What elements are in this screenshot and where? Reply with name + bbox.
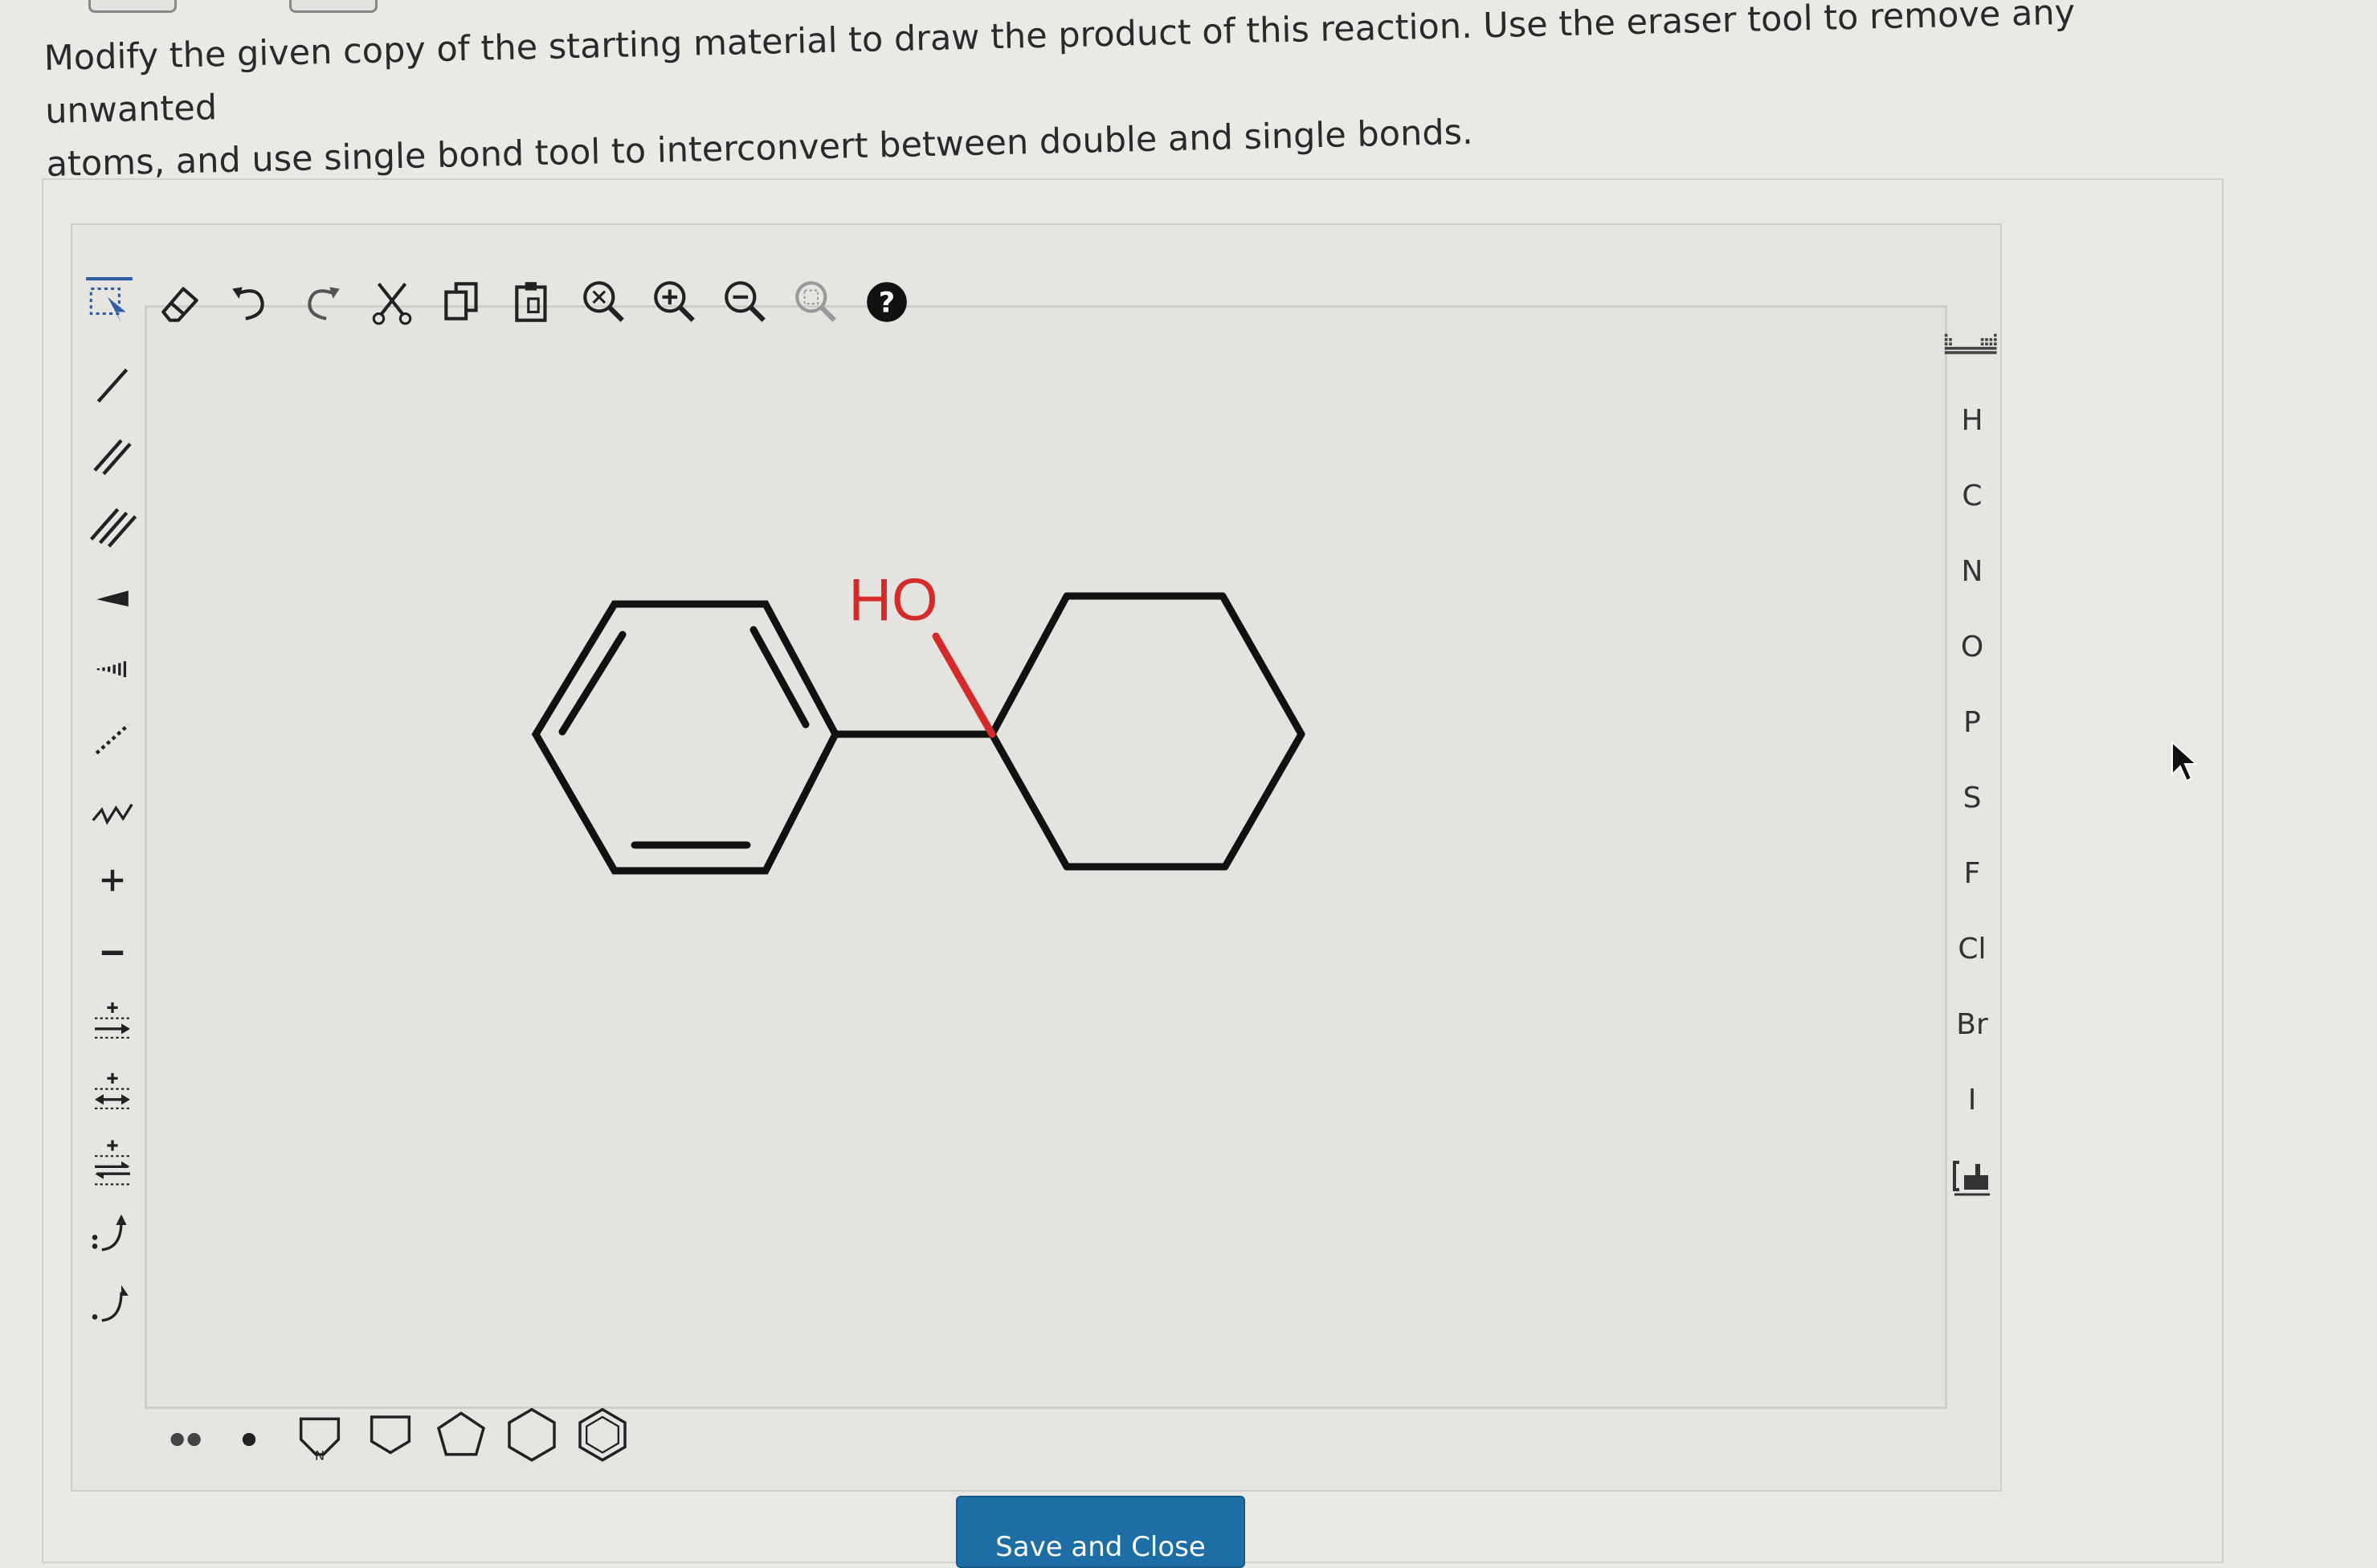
zoom-out-button[interactable] xyxy=(717,273,774,331)
element-i-button[interactable]: I xyxy=(1928,1068,2016,1132)
benzene-icon xyxy=(578,1407,627,1462)
right-toolbar: H C N O P S F Cl Br I xyxy=(1928,313,2016,1221)
periodic-table-icon xyxy=(1944,333,1997,354)
hexagon-icon xyxy=(508,1407,556,1462)
cut-button[interactable] xyxy=(363,273,421,331)
select-icon xyxy=(86,277,133,322)
cyclopentane-button[interactable] xyxy=(429,1402,493,1466)
mouse-cursor-icon xyxy=(2171,740,2199,782)
element-s-button[interactable]: S xyxy=(1928,766,2016,830)
zoom-out-icon xyxy=(725,281,766,322)
bracket-icon xyxy=(1953,1161,1990,1196)
radical-button[interactable] xyxy=(217,1402,281,1466)
curved-arrow-pair-icon xyxy=(92,1214,127,1252)
hash-bond-button[interactable] xyxy=(80,636,145,700)
element-c-button[interactable]: C xyxy=(1928,463,2016,528)
element-br-button[interactable]: Br xyxy=(1928,992,2016,1056)
redo-button[interactable] xyxy=(292,273,350,331)
lone-pair-button[interactable] xyxy=(153,1402,217,1466)
electron-pair-arrow-button[interactable] xyxy=(80,1202,145,1266)
curved-arrow-single-icon xyxy=(92,1284,129,1322)
zoom-in-icon xyxy=(654,281,695,322)
radical-icon xyxy=(242,1432,256,1447)
zoom-in-button[interactable] xyxy=(646,273,704,331)
equilibrium-arrow-button[interactable] xyxy=(80,1131,145,1195)
negative-charge-button[interactable] xyxy=(80,919,145,983)
dashed-bond-button[interactable] xyxy=(80,707,145,771)
wedge-bond-icon xyxy=(96,590,129,606)
cyclobutane-button[interactable] xyxy=(358,1402,423,1466)
reaction-arrow-button[interactable] xyxy=(80,990,145,1054)
help-icon: ? xyxy=(867,282,907,322)
chain-button[interactable] xyxy=(80,778,145,842)
copy-icon xyxy=(444,282,478,321)
element-f-button[interactable]: F xyxy=(1928,841,2016,905)
paste-button[interactable] xyxy=(504,273,562,331)
element-h-button[interactable]: H xyxy=(1928,388,2016,452)
triple-bond-button[interactable] xyxy=(80,495,145,559)
wedge-bond-button[interactable] xyxy=(80,566,145,630)
zoom-clear-icon xyxy=(583,281,624,322)
triple-bond-icon xyxy=(89,508,137,548)
element-o-button[interactable]: O xyxy=(1928,615,2016,679)
tab-stub-left[interactable] xyxy=(88,0,177,13)
tab-stub-right[interactable] xyxy=(289,0,378,13)
dashed-bond-icon xyxy=(95,723,130,755)
bracket-button[interactable] xyxy=(1928,1145,2016,1209)
plus-icon xyxy=(101,869,124,892)
redo-icon xyxy=(308,287,340,321)
cyclohexane-button[interactable] xyxy=(500,1402,564,1466)
copy-button[interactable] xyxy=(434,273,492,331)
hash-bond-icon xyxy=(96,661,127,677)
positive-charge-button[interactable] xyxy=(80,848,145,913)
save-and-close-button[interactable]: Save and Close xyxy=(956,1496,1245,1568)
chain-icon xyxy=(92,803,133,825)
element-n-button[interactable]: N xyxy=(1928,539,2016,603)
bottom-toolbar: N xyxy=(153,1402,715,1466)
drawing-canvas[interactable] xyxy=(145,305,1947,1409)
n-ring-icon: N xyxy=(299,1417,341,1462)
periodic-table-button[interactable] xyxy=(1928,313,2016,378)
eraser-icon xyxy=(161,287,198,322)
resonance-arrow-icon xyxy=(95,1072,130,1109)
double-bond-button[interactable] xyxy=(80,424,145,488)
select-tool-button[interactable] xyxy=(80,273,138,331)
instructions-text: Modify the given copy of the starting ma… xyxy=(43,0,2216,191)
zoom-fit-icon xyxy=(795,281,836,322)
reaction-arrow-icon xyxy=(95,1002,130,1039)
square-icon xyxy=(370,1415,411,1455)
element-p-button[interactable]: P xyxy=(1928,690,2016,754)
zoom-clear-button[interactable] xyxy=(575,273,633,331)
benzene-button[interactable] xyxy=(570,1402,635,1466)
double-bond-icon xyxy=(93,439,132,476)
lone-pair-icon xyxy=(170,1432,201,1447)
scissors-icon xyxy=(372,282,412,325)
single-bond-icon xyxy=(96,368,129,403)
eraser-tool-button[interactable] xyxy=(151,273,209,331)
single-electron-arrow-button[interactable] xyxy=(80,1272,145,1337)
element-cl-button[interactable]: Cl xyxy=(1928,917,2016,981)
pyrrole-ring-button[interactable]: N xyxy=(288,1402,352,1466)
left-toolbar xyxy=(80,337,145,1358)
zoom-fit-button[interactable] xyxy=(787,273,845,331)
single-bond-button[interactable] xyxy=(80,353,145,418)
pentagon-icon xyxy=(436,1411,486,1456)
undo-button[interactable] xyxy=(222,273,280,331)
svg-text:?: ? xyxy=(879,286,895,319)
ring-n-label: N xyxy=(315,1448,325,1462)
paste-icon xyxy=(515,282,547,322)
resonance-arrow-button[interactable] xyxy=(80,1060,145,1125)
top-toolbar: ? xyxy=(80,273,964,337)
minus-icon xyxy=(101,950,124,955)
equilibrium-arrow-icon xyxy=(95,1140,130,1186)
help-button[interactable]: ? xyxy=(858,273,916,331)
undo-icon xyxy=(232,287,264,321)
